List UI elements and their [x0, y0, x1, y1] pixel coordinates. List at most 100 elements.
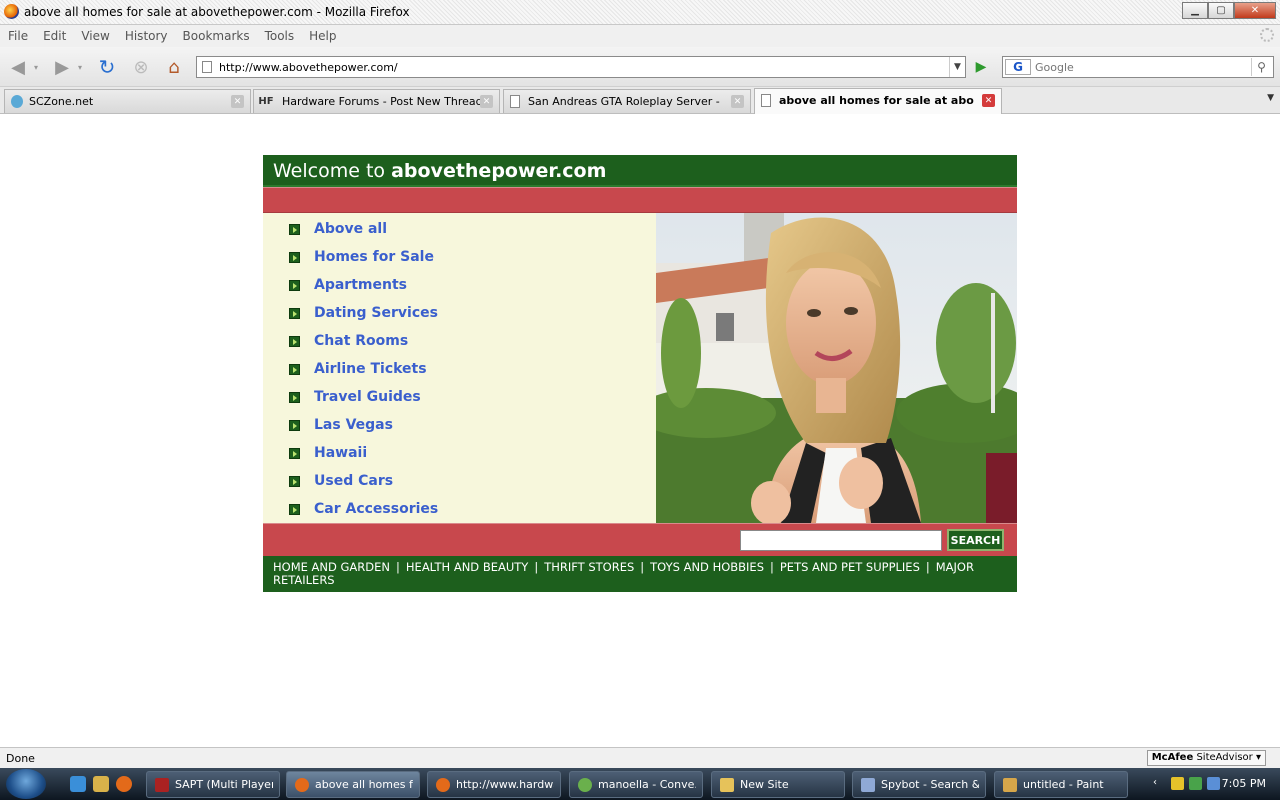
taskbar-label: http://www.hardwa... [456, 778, 554, 791]
category-link-home-and-garden[interactable]: HOME AND GARDEN [273, 560, 390, 574]
tab-san-andreas[interactable]: San Andreas GTA Roleplay Server - Pow...… [503, 89, 751, 113]
tab-hardware-forums[interactable]: HF Hardware Forums - Post New Thread ✕ [253, 89, 500, 113]
list-item: Homes for Sale [289, 247, 434, 267]
taskbar-button-hardwa[interactable]: http://www.hardwa... [427, 771, 561, 798]
arrow-bullet-icon [289, 335, 300, 347]
go-button[interactable]: ▶ [970, 57, 992, 77]
list-item: Used Cars [289, 471, 393, 491]
list-item: Dating Services [289, 303, 438, 323]
back-arrow-icon: ◀ [11, 56, 25, 78]
messenger-icon [578, 778, 592, 792]
category-link-thrift-stores[interactable]: THRIFT STORES [544, 560, 634, 574]
status-text: Done [6, 752, 35, 765]
back-history-dropdown[interactable]: ▾ [30, 55, 42, 79]
taskbar-label: New Site [740, 778, 789, 791]
search-input[interactable] [1035, 59, 1245, 75]
address-bar: ▼ [196, 56, 966, 78]
forward-history-dropdown[interactable]: ▾ [74, 55, 86, 79]
tab-close-icon[interactable]: ✕ [231, 95, 244, 108]
close-button[interactable]: ✕ [1234, 2, 1276, 19]
tab-label: SCZone.net [29, 95, 94, 108]
menu-history[interactable]: History [117, 25, 175, 43]
divider: | [925, 560, 930, 574]
siteadvisor-brand: McAfee [1151, 752, 1194, 763]
taskbar-button-spybot[interactable]: Spybot - Search & ... [852, 771, 986, 798]
site-search-input[interactable] [740, 530, 942, 551]
url-dropdown-icon[interactable]: ▼ [949, 57, 965, 77]
link-apartments[interactable]: Apartments [314, 277, 407, 293]
globe-icon [11, 95, 23, 108]
status-bar: Done McAfee SiteAdvisor ▾ [0, 747, 1280, 768]
link-car-accessories[interactable]: Car Accessories [314, 501, 438, 517]
clock[interactable]: 7:05 PM [1222, 777, 1266, 790]
taskbar-button-new-site[interactable]: New Site [711, 771, 845, 798]
menu-view[interactable]: View [73, 25, 116, 43]
category-link-pets-and-pet-supplies[interactable]: PETS AND PET SUPPLIES [780, 560, 920, 574]
tab-close-icon[interactable]: ✕ [982, 94, 995, 107]
menu-bookmarks[interactable]: Bookmarks [175, 25, 257, 43]
list-item: Above all [289, 219, 387, 239]
taskbar-button-sapt[interactable]: SAPT (Multi Player ... [146, 771, 280, 798]
menu-file[interactable]: File [0, 25, 35, 43]
stop-button[interactable]: ⊗ [129, 55, 153, 79]
ie-icon[interactable] [70, 776, 86, 792]
menu-edit[interactable]: Edit [35, 25, 73, 43]
outlook-icon[interactable] [93, 776, 109, 792]
taskbar-button-firefox[interactable]: above all homes fo... [286, 771, 420, 798]
firefox-icon [4, 4, 19, 19]
messenger-tray-icon[interactable] [1189, 777, 1202, 790]
minimize-button[interactable]: ▁ [1182, 2, 1208, 19]
tab-close-icon[interactable]: ✕ [480, 95, 493, 108]
taskbar-button-messenger[interactable]: manoella - Conve... [569, 771, 703, 798]
taskbar-button-paint[interactable]: untitled - Paint [994, 771, 1128, 798]
start-button[interactable] [6, 769, 46, 799]
menu-help[interactable]: Help [301, 25, 343, 43]
tab-close-icon[interactable]: ✕ [731, 95, 744, 108]
divider: | [640, 560, 645, 574]
paint-icon [1003, 778, 1017, 792]
tray-expand-icon[interactable]: ‹ [1153, 777, 1166, 790]
page-content: Welcome to abovethepower.com Above all H… [0, 115, 1280, 747]
siteadvisor-button[interactable]: McAfee SiteAdvisor ▾ [1146, 750, 1266, 766]
search-bar: G ⚲ [1002, 56, 1274, 78]
category-link-toys-and-hobbies[interactable]: TOYS AND HOBBIES [650, 560, 764, 574]
navigation-toolbar: ◀ ▾ ▶ ▾ ↻ ⊗ ⌂ ▼ ▶ G ⚲ [0, 47, 1280, 87]
link-airline-tickets[interactable]: Airline Tickets [314, 361, 427, 377]
search-engine-icon[interactable]: G [1005, 59, 1031, 75]
arrow-bullet-icon [289, 307, 300, 319]
link-hawaii[interactable]: Hawaii [314, 445, 367, 461]
category-link-health-and-beauty[interactable]: HEALTH AND BEAUTY [406, 560, 528, 574]
taskbar-label: untitled - Paint [1023, 778, 1104, 791]
tab-abovethepower[interactable]: above all homes for sale at aboveth... ✕ [754, 88, 1002, 114]
throbber-icon [1260, 28, 1274, 42]
link-travel-guides[interactable]: Travel Guides [314, 389, 421, 405]
site-search-button[interactable]: SEARCH [947, 529, 1004, 551]
search-icon[interactable]: ⚲ [1251, 58, 1271, 76]
tab-list-icon[interactable]: ▼ [1267, 93, 1274, 103]
forward-button[interactable]: ▶ [50, 55, 74, 79]
window-controls: ▁ ▢ ✕ [1182, 2, 1276, 19]
main-panel: Above all Homes for Sale Apartments Dati… [263, 213, 1017, 523]
siteadvisor-label: SiteAdvisor [1196, 752, 1253, 763]
link-above-all[interactable]: Above all [314, 221, 387, 237]
network-icon[interactable] [1207, 777, 1220, 790]
tab-label: above all homes for sale at aboveth... [779, 94, 974, 107]
shield-icon[interactable] [1171, 777, 1184, 790]
tab-sczone[interactable]: SCZone.net ✕ [4, 89, 251, 113]
link-homes-for-sale[interactable]: Homes for Sale [314, 249, 434, 265]
link-used-cars[interactable]: Used Cars [314, 473, 393, 489]
home-icon: ⌂ [168, 56, 180, 78]
home-button[interactable]: ⌂ [162, 55, 186, 79]
taskbar-label: SAPT (Multi Player ... [175, 778, 273, 791]
back-button[interactable]: ◀ [6, 55, 30, 79]
reload-button[interactable]: ↻ [95, 55, 119, 79]
taskbar-label: above all homes fo... [315, 778, 413, 791]
link-las-vegas[interactable]: Las Vegas [314, 417, 393, 433]
link-chat-rooms[interactable]: Chat Rooms [314, 333, 408, 349]
menu-tools[interactable]: Tools [257, 25, 302, 43]
firefox-quicklaunch-icon[interactable] [116, 776, 132, 792]
maximize-button[interactable]: ▢ [1208, 2, 1234, 19]
link-dating-services[interactable]: Dating Services [314, 305, 438, 321]
url-input[interactable] [219, 59, 939, 75]
page-icon [202, 61, 212, 73]
